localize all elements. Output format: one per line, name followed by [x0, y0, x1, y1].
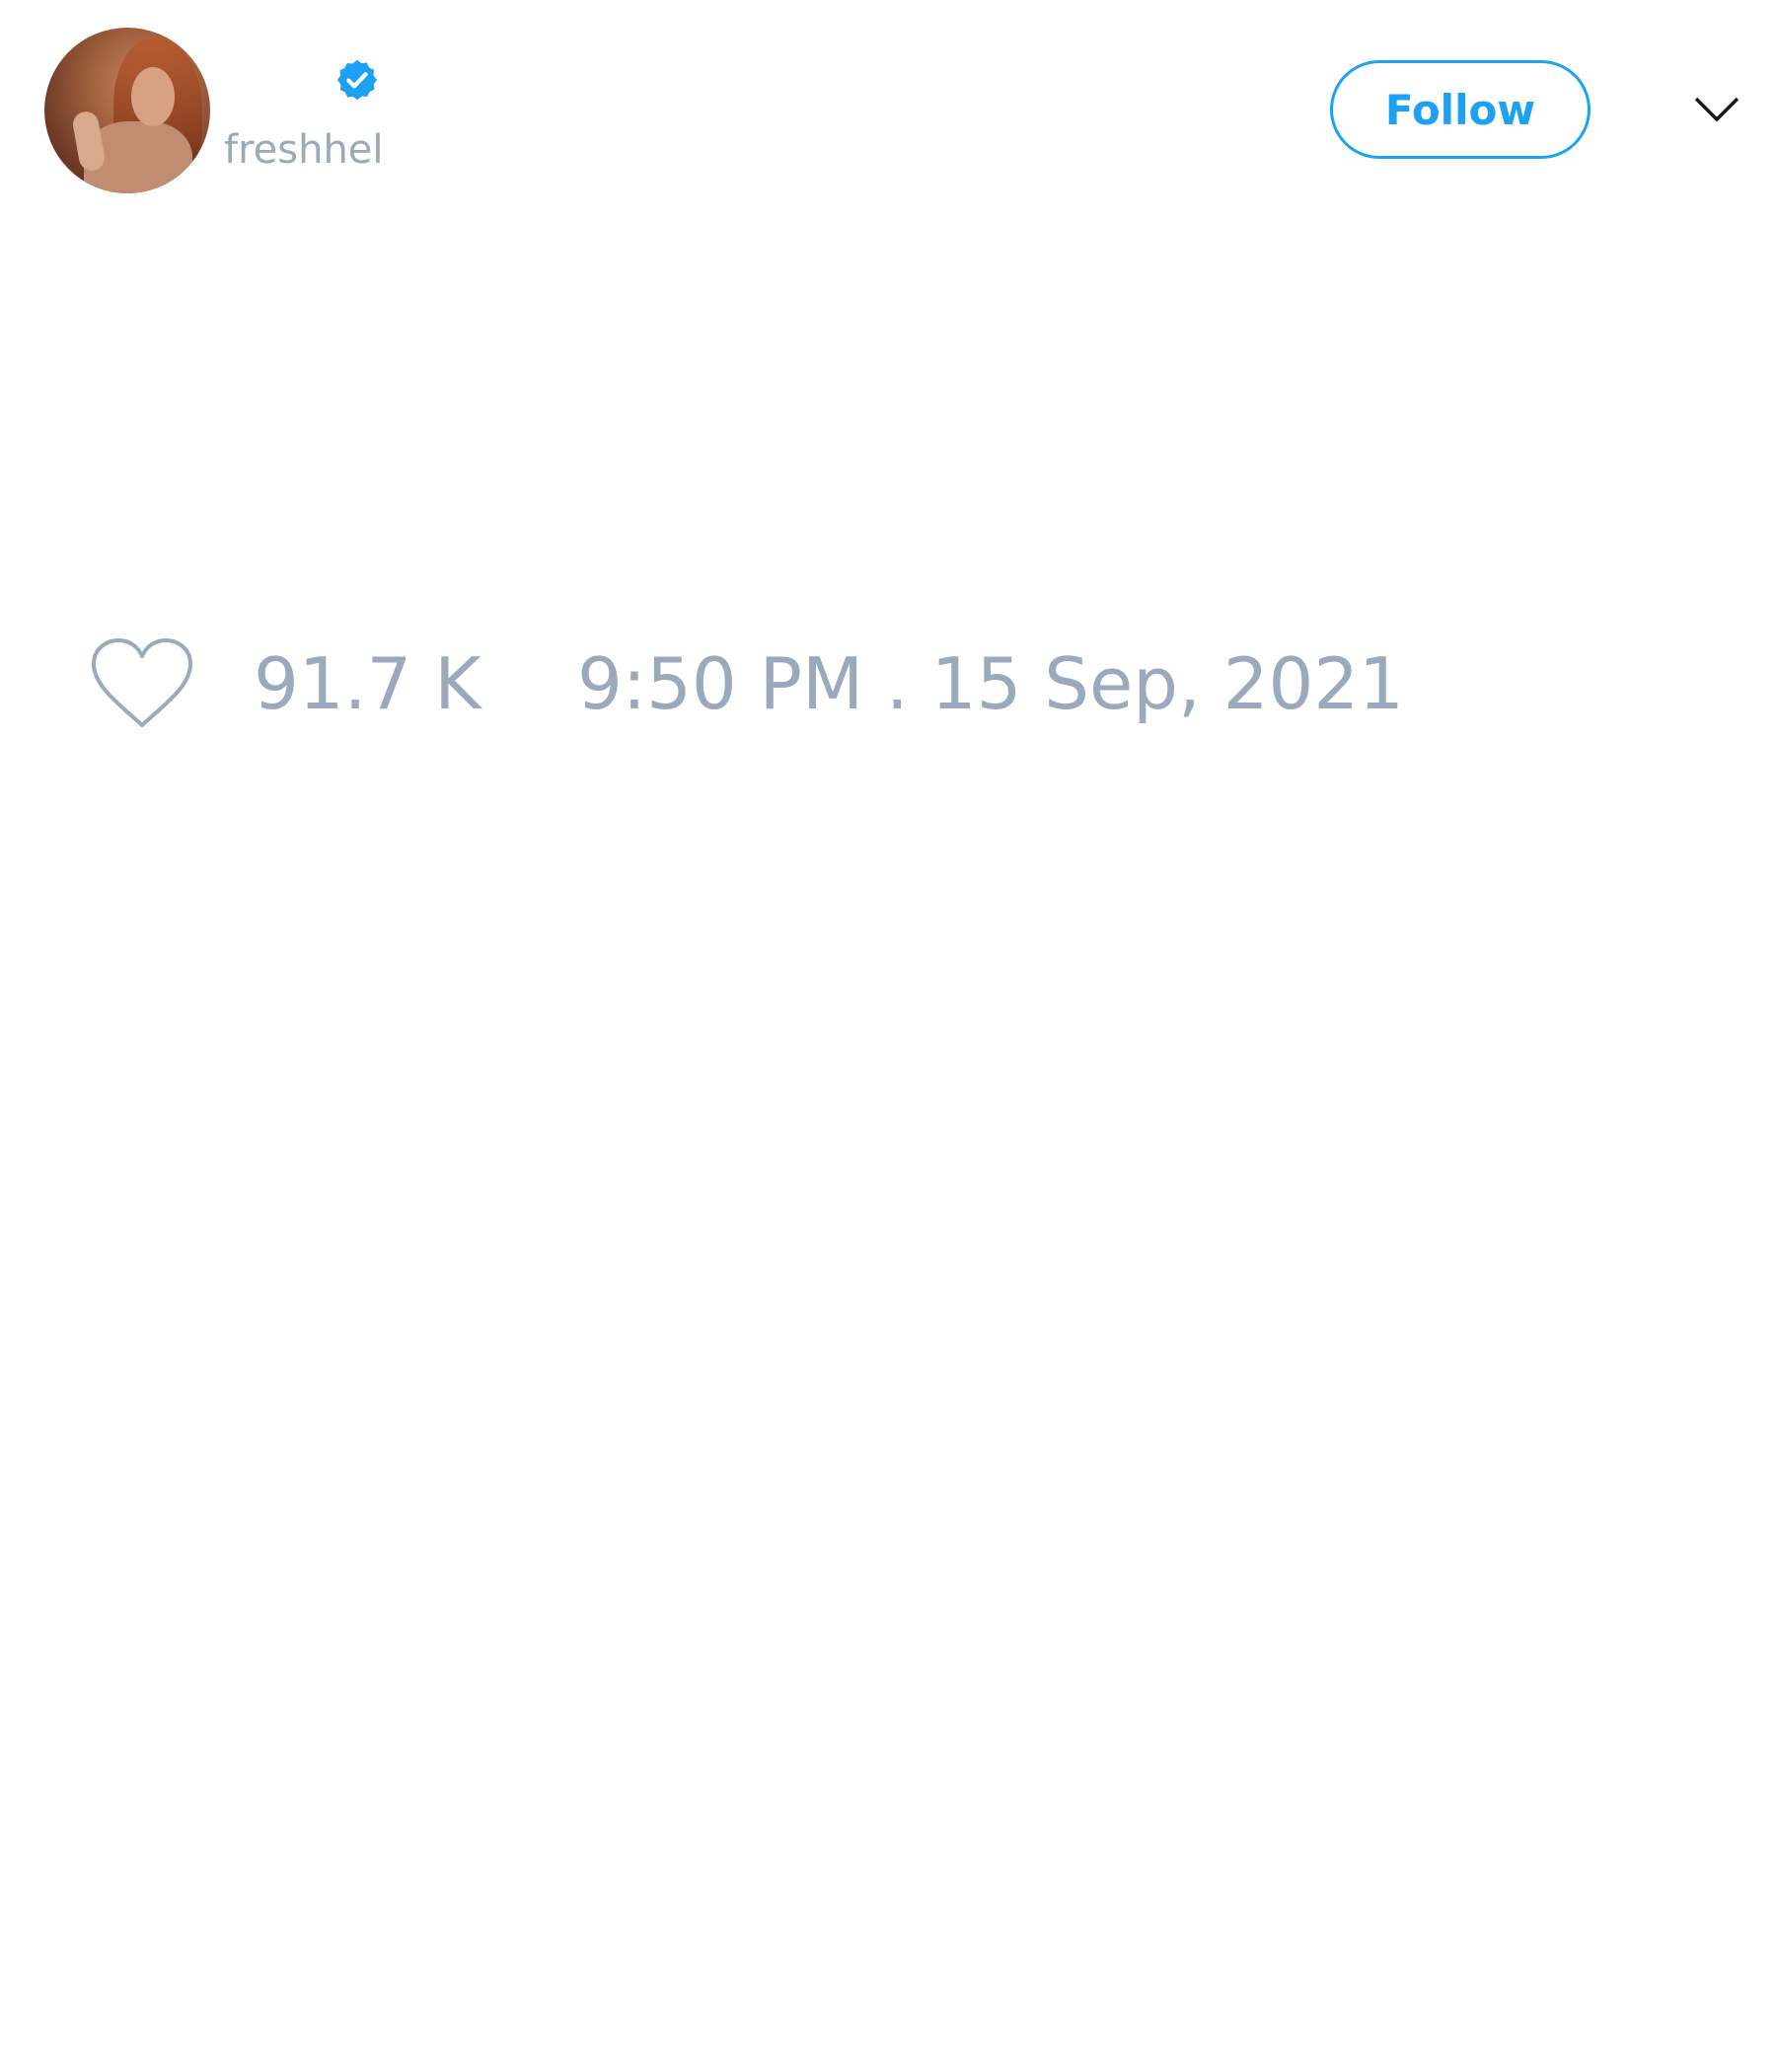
avatar-hand: [70, 110, 108, 173]
user-handle[interactable]: freshhel: [224, 126, 384, 174]
heart-outline-icon[interactable]: [89, 636, 195, 731]
follow-button[interactable]: Follow: [1330, 60, 1591, 159]
avatar-face: [131, 67, 175, 126]
chevron-down-icon[interactable]: [1692, 91, 1741, 128]
like-count: 91.7 K: [254, 642, 481, 725]
avatar[interactable]: [44, 28, 210, 193]
verified-badge-icon: [336, 59, 378, 101]
tweet-timestamp[interactable]: 9:50 PM . 15 Sep, 2021: [577, 641, 1404, 726]
